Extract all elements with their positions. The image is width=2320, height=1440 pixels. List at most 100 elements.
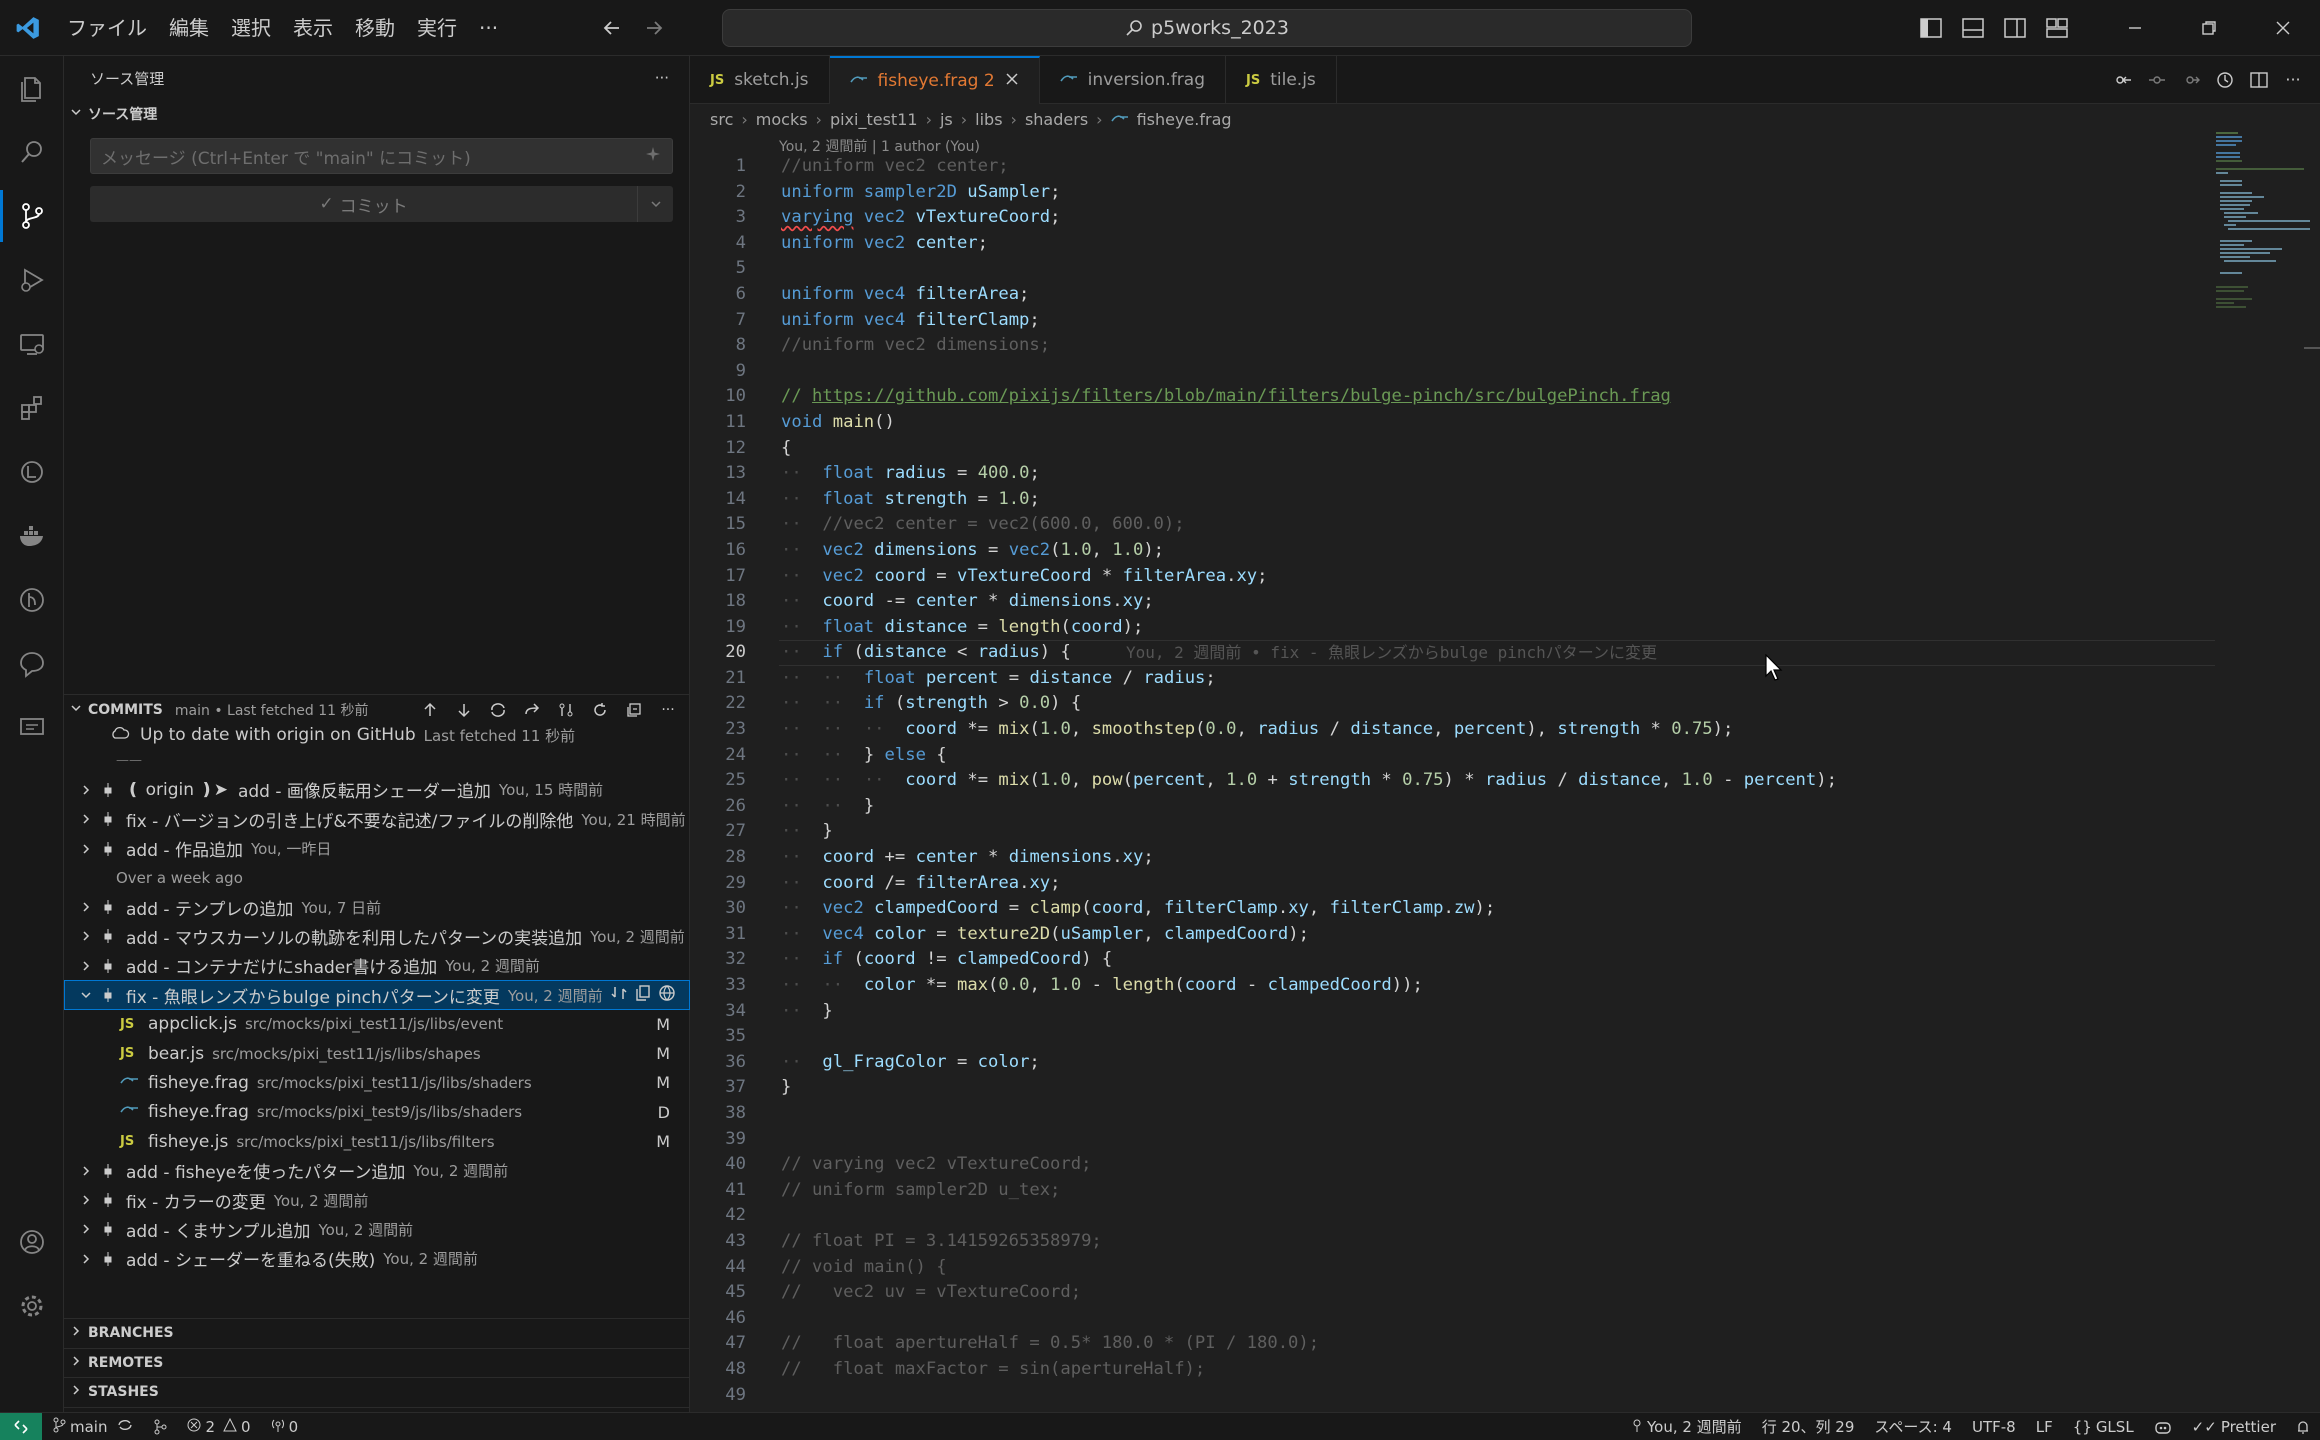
ports-status[interactable]: 0 [261,1418,309,1436]
breadcrumb-item[interactable]: fisheye.frag [1137,110,1232,129]
restore-icon[interactable] [2172,0,2246,56]
menu-item[interactable]: ファイル [56,0,158,56]
sync-icon[interactable] [482,695,514,725]
chevron-right-icon[interactable] [78,960,94,972]
minimize-icon[interactable] [2098,0,2172,56]
changed-file-row[interactable]: JS appclick.js src/mocks/pixi_test11/js/li… [64,1010,690,1039]
commit-row[interactable]: fix - カラーの変更 You, 2 週間前 [64,1185,690,1214]
code-line[interactable]: 24 ·· ·· } else { [690,743,2320,769]
more-actions-icon[interactable]: ··· [2276,56,2310,104]
tab-inversion-frag[interactable]: inversion.frag [1040,56,1227,104]
commit-row[interactable]: fix - 魚眼レンズからbulge pinchパターンに変更 You, 2 週間… [64,980,690,1010]
commit-row[interactable]: add - コンテナだけにshader書ける追加 You, 2 週間前 [64,951,690,980]
chevron-right-icon[interactable] [78,1253,94,1265]
code-line[interactable]: 18 ·· coord -= center * dimensions.xy; [690,589,2320,615]
commit-row[interactable]: add - 作品追加 You, 一昨日 [64,834,690,863]
customize-layout-icon[interactable] [2036,0,2078,56]
code-line[interactable]: 34 ·· } [690,999,2320,1025]
chevron-right-icon[interactable] [78,930,94,942]
commit-dropdown-chevron-icon[interactable] [637,186,673,222]
extensions-icon[interactable] [0,376,64,440]
gitlens-icon[interactable] [0,568,64,632]
source-control-icon[interactable] [0,184,64,248]
remote-explorer-icon[interactable] [0,312,64,376]
section-header-branches[interactable]: BRANCHES [64,1318,690,1348]
commit-row[interactable]: add - fisheyeを使ったパターン追加 You, 2 週間前 [64,1156,690,1185]
tab-tile-js[interactable]: JS tile.js [1226,56,1337,104]
menu-item[interactable]: 表示 [282,0,344,56]
code-line[interactable]: 36 ·· gl_FragColor = color; [690,1050,2320,1076]
collapse-all-icon[interactable] [618,695,650,725]
changed-file-row[interactable]: fisheye.frag src/mocks/pixi_test11/js/lib… [64,1068,690,1097]
code-line[interactable]: 48 // float maxFactor = sin(apertureHalf)… [690,1357,2320,1383]
sparkle-icon[interactable] [644,145,662,168]
end-of-line[interactable]: LF [2026,1418,2063,1436]
code-line[interactable]: 4 uniform vec2 center; [690,231,2320,257]
code-line[interactable]: 33 ·· ·· color *= max(0.0, 1.0 - length(c… [690,973,2320,999]
commit-row[interactable]: add - テンプレの追加 You, 7 日前 [64,892,690,921]
forward-arrow-icon[interactable] [633,0,675,56]
sync-icon[interactable] [117,1418,133,1436]
language-mode[interactable]: {} GLSL [2063,1418,2144,1436]
code-line[interactable]: 9 [690,359,2320,385]
menu-item[interactable]: ··· [468,0,509,56]
toggle-secondary-sidebar-icon[interactable] [1994,0,2036,56]
command-center-search[interactable]: p5works_2023 [722,9,1692,47]
branch-status-row[interactable]: Up to date with origin on GitHub Last fet… [64,724,690,746]
code-line[interactable]: 26 ·· ·· } [690,794,2320,820]
copilot-icon[interactable] [2144,1419,2182,1435]
code-line[interactable]: 1 //uniform vec2 center; [690,154,2320,180]
menu-item[interactable]: 移動 [344,0,406,56]
code-line[interactable]: 20 ·· if (distance < radius) {You, 2 週間前 … [690,640,2320,666]
inline-blame[interactable]: You, 2 週間前 • fix - 魚眼レンズからbulge pinchパター… [1126,640,1657,666]
section-header-remotes[interactable]: REMOTES [64,1347,690,1378]
commit-row[interactable]: fix - バージョンの引き上げ&不要な記述/ファイルの削除他 You, 21 時… [64,805,690,834]
code-line[interactable]: 46 [690,1306,2320,1332]
more-actions-icon[interactable]: ··· [655,69,669,87]
changed-file-row[interactable]: JS fisheye.js src/mocks/pixi_test11/js/lib… [64,1127,690,1156]
chevron-right-icon[interactable] [78,1194,94,1206]
minimap[interactable] [2216,130,2310,310]
section-header-stashes[interactable]: STASHES [64,1377,690,1407]
code-line[interactable]: 6 uniform vec4 filterArea; [690,282,2320,308]
push-arrow-up-icon[interactable] [414,695,446,725]
chevron-right-icon[interactable] [78,813,94,825]
encoding[interactable]: UTF-8 [1962,1418,2026,1436]
open-changes-icon[interactable] [610,984,628,1007]
code-line[interactable]: 23 ·· ·· ·· coord *= mix(1.0, smoothstep(… [690,717,2320,743]
code-line[interactable]: 19 ·· float distance = length(coord); [690,615,2320,641]
code-line[interactable]: 49 [690,1383,2320,1409]
menu-item[interactable]: 編集 [158,0,220,56]
code-line[interactable]: 12 { [690,436,2320,462]
breadcrumb-item[interactable]: pixi_test11 [830,110,918,129]
code-line[interactable]: 39 [690,1127,2320,1153]
code-line[interactable]: 42 [690,1203,2320,1229]
compare-icon[interactable] [550,695,582,725]
code-editor[interactable]: 1 //uniform vec2 center; 2 uniform sampler2… [690,154,2320,1412]
branch-status[interactable]: main [42,1417,143,1437]
code-line[interactable]: 38 [690,1101,2320,1127]
explorer-icon[interactable] [0,56,64,120]
blame-codelens[interactable]: You, 2 週間前 | 1 author (You) [779,136,980,156]
manage-gear-icon[interactable] [0,1274,64,1338]
code-line[interactable]: 28 ·· coord += center * dimensions.xy; [690,845,2320,871]
code-line[interactable]: 7 uniform vec4 filterClamp; [690,308,2320,334]
code-line[interactable]: 8 //uniform vec2 dimensions; [690,333,2320,359]
blame-status[interactable]: You, 2 週間前 [1621,1416,1752,1437]
code-line[interactable]: 5 [690,256,2320,282]
menu-item[interactable]: 実行 [406,0,468,56]
commit-message-input[interactable]: メッセージ (Ctrl+Enter で "main" にコミット) [90,138,673,174]
problems-status[interactable]: 2 0 [177,1417,260,1436]
toggle-panel-icon[interactable] [1952,0,1994,56]
code-line[interactable]: 25 ·· ·· ·· coord *= mix(1.0, pow(percent… [690,768,2320,794]
code-line[interactable]: 2 uniform sampler2D uSampler; [690,180,2320,206]
timeline-icon[interactable] [2208,56,2242,104]
toggle-primary-sidebar-icon[interactable] [1910,0,1952,56]
accounts-icon[interactable] [0,1210,64,1274]
scrollbar-marker[interactable] [2304,347,2320,349]
copy-icon[interactable] [634,984,652,1007]
code-line[interactable]: 45 // vec2 uv = vTextureCoord; [690,1280,2320,1306]
changed-file-row[interactable]: JS bear.js src/mocks/pixi_test11/js/libs/s… [64,1039,690,1068]
code-line[interactable]: 16 ·· vec2 dimensions = vec2(1.0, 1.0); [690,538,2320,564]
previous-change-icon[interactable] [2140,56,2174,104]
